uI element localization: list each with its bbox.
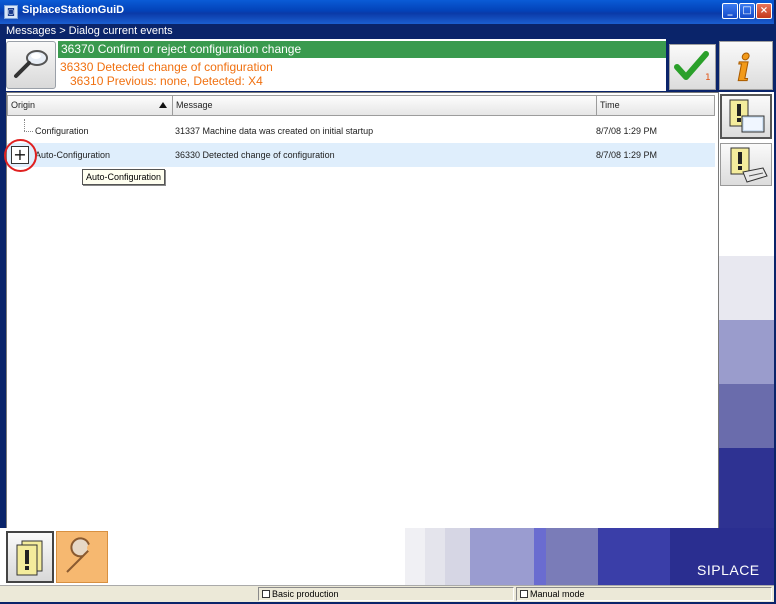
bottom-gradient-strip <box>445 528 470 585</box>
table-header: Origin Message Time <box>7 95 715 116</box>
row-time: 8/7/08 1:29 PM <box>596 126 658 136</box>
title-bar[interactable]: ◙ SiplaceStationGuiD <box>0 0 774 24</box>
row-message: 36330 Detected change of configuration <box>175 150 335 160</box>
tree-connector <box>24 119 25 131</box>
close-button[interactable]: × <box>756 3 772 19</box>
wrench-icon <box>66 537 95 573</box>
breadcrumb: Messages > Dialog current events <box>0 24 774 39</box>
message-monitor-icon <box>729 99 765 133</box>
bottom-gradient-strip <box>425 528 445 585</box>
column-header-time[interactable]: Time <box>597 95 715 116</box>
side-gradient-strip <box>719 186 774 256</box>
brand-logo-text: SIPLACE <box>697 562 760 578</box>
row-message: 31337 Machine data was created on initia… <box>175 126 374 136</box>
mode-status: Manual mode <box>516 587 772 601</box>
info-icon: i <box>737 48 752 91</box>
side-gradient-strip <box>719 256 774 320</box>
tooltip: Auto-Configuration <box>82 169 166 185</box>
bottom-gradient-strip <box>546 528 598 585</box>
table-row-selected[interactable]: Auto-Configuration 36330 Detected change… <box>7 143 715 167</box>
service-mode-button[interactable] <box>56 531 108 583</box>
confirm-button[interactable] <box>669 44 716 90</box>
tertiary-message: 36310 Previous: none, Detected: X4 <box>70 74 263 88</box>
side-gradient-strip <box>719 320 774 384</box>
column-header-origin[interactable]: Origin <box>7 95 173 116</box>
magnifier-icon <box>14 50 48 78</box>
app-icon: ◙ <box>4 5 18 19</box>
bottom-gradient-strip <box>405 528 425 585</box>
svg-text:i: i <box>737 48 751 89</box>
message-history-button[interactable] <box>720 143 772 186</box>
column-header-message[interactable]: Message <box>173 95 597 116</box>
message-document-icon <box>16 540 43 576</box>
row-origin: Auto-Configuration <box>35 150 111 160</box>
maximize-button[interactable]: □ <box>739 3 755 19</box>
primary-message[interactable]: 36370 Confirm or reject configuration ch… <box>58 41 666 58</box>
sort-ascending-icon <box>159 102 167 108</box>
row-origin: Configuration <box>35 126 89 136</box>
info-button[interactable]: i <box>719 41 773 91</box>
row-time: 8/7/08 1:29 PM <box>596 150 658 160</box>
search-button[interactable] <box>6 41 56 89</box>
tree-connector <box>24 131 33 132</box>
confirm-count-badge: 1 <box>705 73 711 83</box>
production-status: Basic production <box>258 587 514 601</box>
highlight-annotation-circle <box>4 139 37 172</box>
status-bar: Basic production Manual mode <box>0 585 774 602</box>
table-row[interactable]: Configuration 31337 Machine data was cre… <box>7 119 715 143</box>
side-gradient-strip <box>719 384 774 448</box>
window-title: SiplaceStationGuiD <box>22 4 125 16</box>
minimize-button[interactable]: _ <box>722 3 738 19</box>
message-keyboard-icon <box>730 147 768 183</box>
side-gradient-strip <box>719 448 774 528</box>
bottom-gradient-strip <box>534 528 546 585</box>
bottom-gradient-strip <box>598 528 670 585</box>
secondary-message: 36330 Detected change of configuration <box>60 60 273 74</box>
messages-mode-button[interactable] <box>6 531 54 583</box>
bottom-gradient-strip <box>470 528 534 585</box>
current-events-view-button[interactable] <box>720 94 772 139</box>
manual-mode-icon <box>520 590 528 598</box>
production-icon <box>262 590 270 598</box>
